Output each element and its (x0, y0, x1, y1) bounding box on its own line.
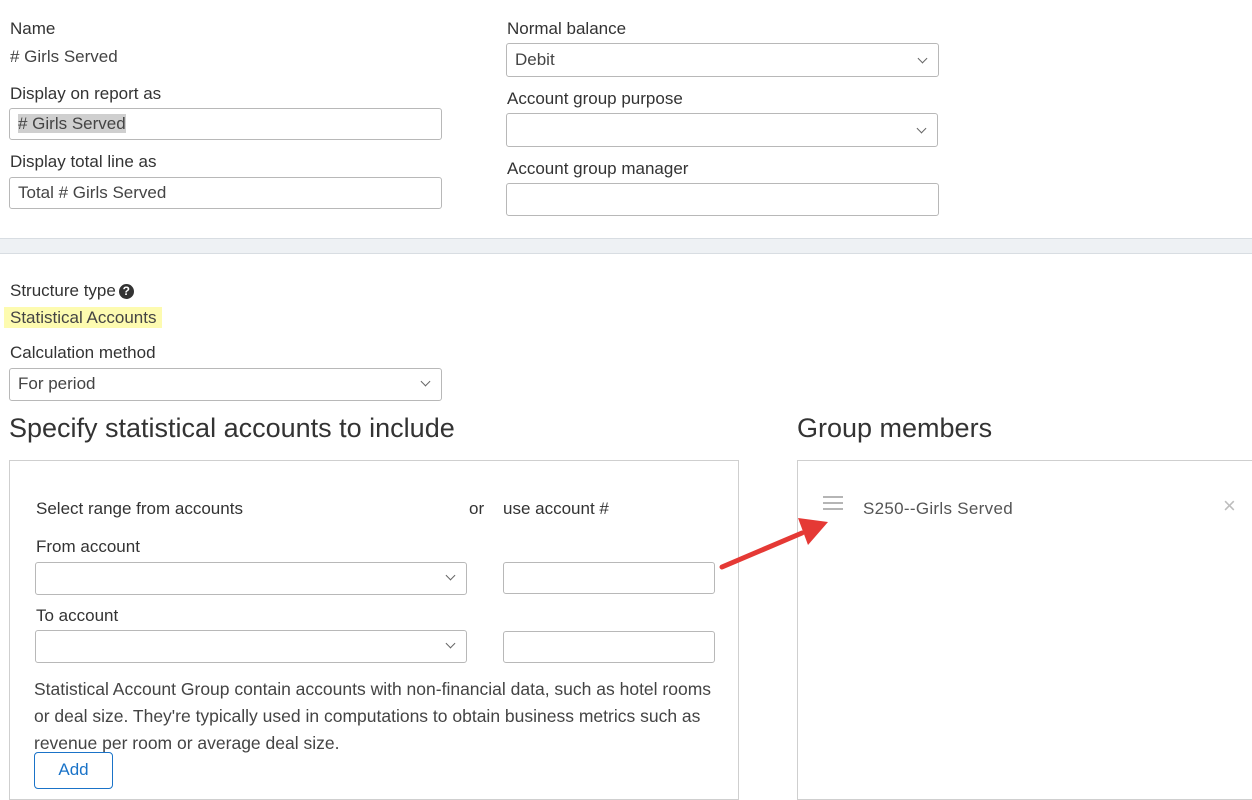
name-label: Name (10, 19, 56, 38)
to-account-label: To account (36, 606, 119, 625)
display-on-report-input[interactable]: # Girls Served (9, 108, 442, 140)
group-members-heading: Group members (797, 413, 993, 443)
close-icon[interactable]: × (1223, 493, 1236, 519)
specify-heading: Specify statistical accounts to include (9, 413, 455, 443)
manager-input[interactable] (506, 183, 939, 216)
or-label: or (469, 499, 485, 518)
name-value: # Girls Served (10, 47, 118, 66)
use-account-label: use account # (503, 499, 609, 518)
display-on-report-label: Display on report as (10, 84, 162, 103)
normal-balance-select[interactable]: Debit (506, 43, 939, 77)
from-account-select[interactable] (35, 562, 467, 595)
to-account-select[interactable] (35, 630, 467, 663)
chevron-down-icon (445, 638, 456, 649)
annotation-arrow-icon (719, 518, 828, 570)
group-member-label: S250--Girls Served (863, 499, 1013, 518)
from-account-number-input[interactable] (503, 562, 715, 594)
help-icon[interactable]: ? (118, 284, 134, 299)
calculation-method-value: For period (18, 374, 96, 393)
section-divider (0, 238, 1252, 254)
chevron-down-icon (420, 376, 431, 387)
select-range-label: Select range from accounts (36, 499, 243, 518)
display-total-input[interactable]: Total # Girls Served (9, 177, 442, 209)
to-account-number-input[interactable] (503, 631, 715, 663)
from-account-label: From account (36, 537, 140, 556)
structure-type-value: Statistical Accounts (4, 307, 163, 328)
purpose-label: Account group purpose (507, 89, 683, 108)
manager-label: Account group manager (507, 159, 689, 178)
calculation-method-select[interactable]: For period (9, 368, 442, 401)
list-item[interactable]: S250--Girls Served × (798, 485, 1252, 533)
description-text: Statistical Account Group contain accoun… (34, 679, 712, 753)
calculation-method-label: Calculation method (10, 343, 156, 362)
normal-balance-label: Normal balance (507, 19, 627, 38)
chevron-down-icon (916, 123, 927, 134)
display-total-label: Display total line as (10, 152, 157, 171)
normal-balance-value: Debit (515, 50, 555, 69)
chevron-down-icon (917, 53, 928, 64)
add-button[interactable]: Add (34, 752, 113, 789)
display-on-report-value: # Girls Served (18, 114, 126, 133)
structure-type-text: Structure type (10, 281, 116, 300)
chevron-down-icon (445, 570, 456, 581)
structure-type-highlight: Statistical Accounts (4, 307, 163, 328)
purpose-select[interactable] (506, 113, 938, 147)
structure-type-label: Structure type? (10, 281, 134, 301)
